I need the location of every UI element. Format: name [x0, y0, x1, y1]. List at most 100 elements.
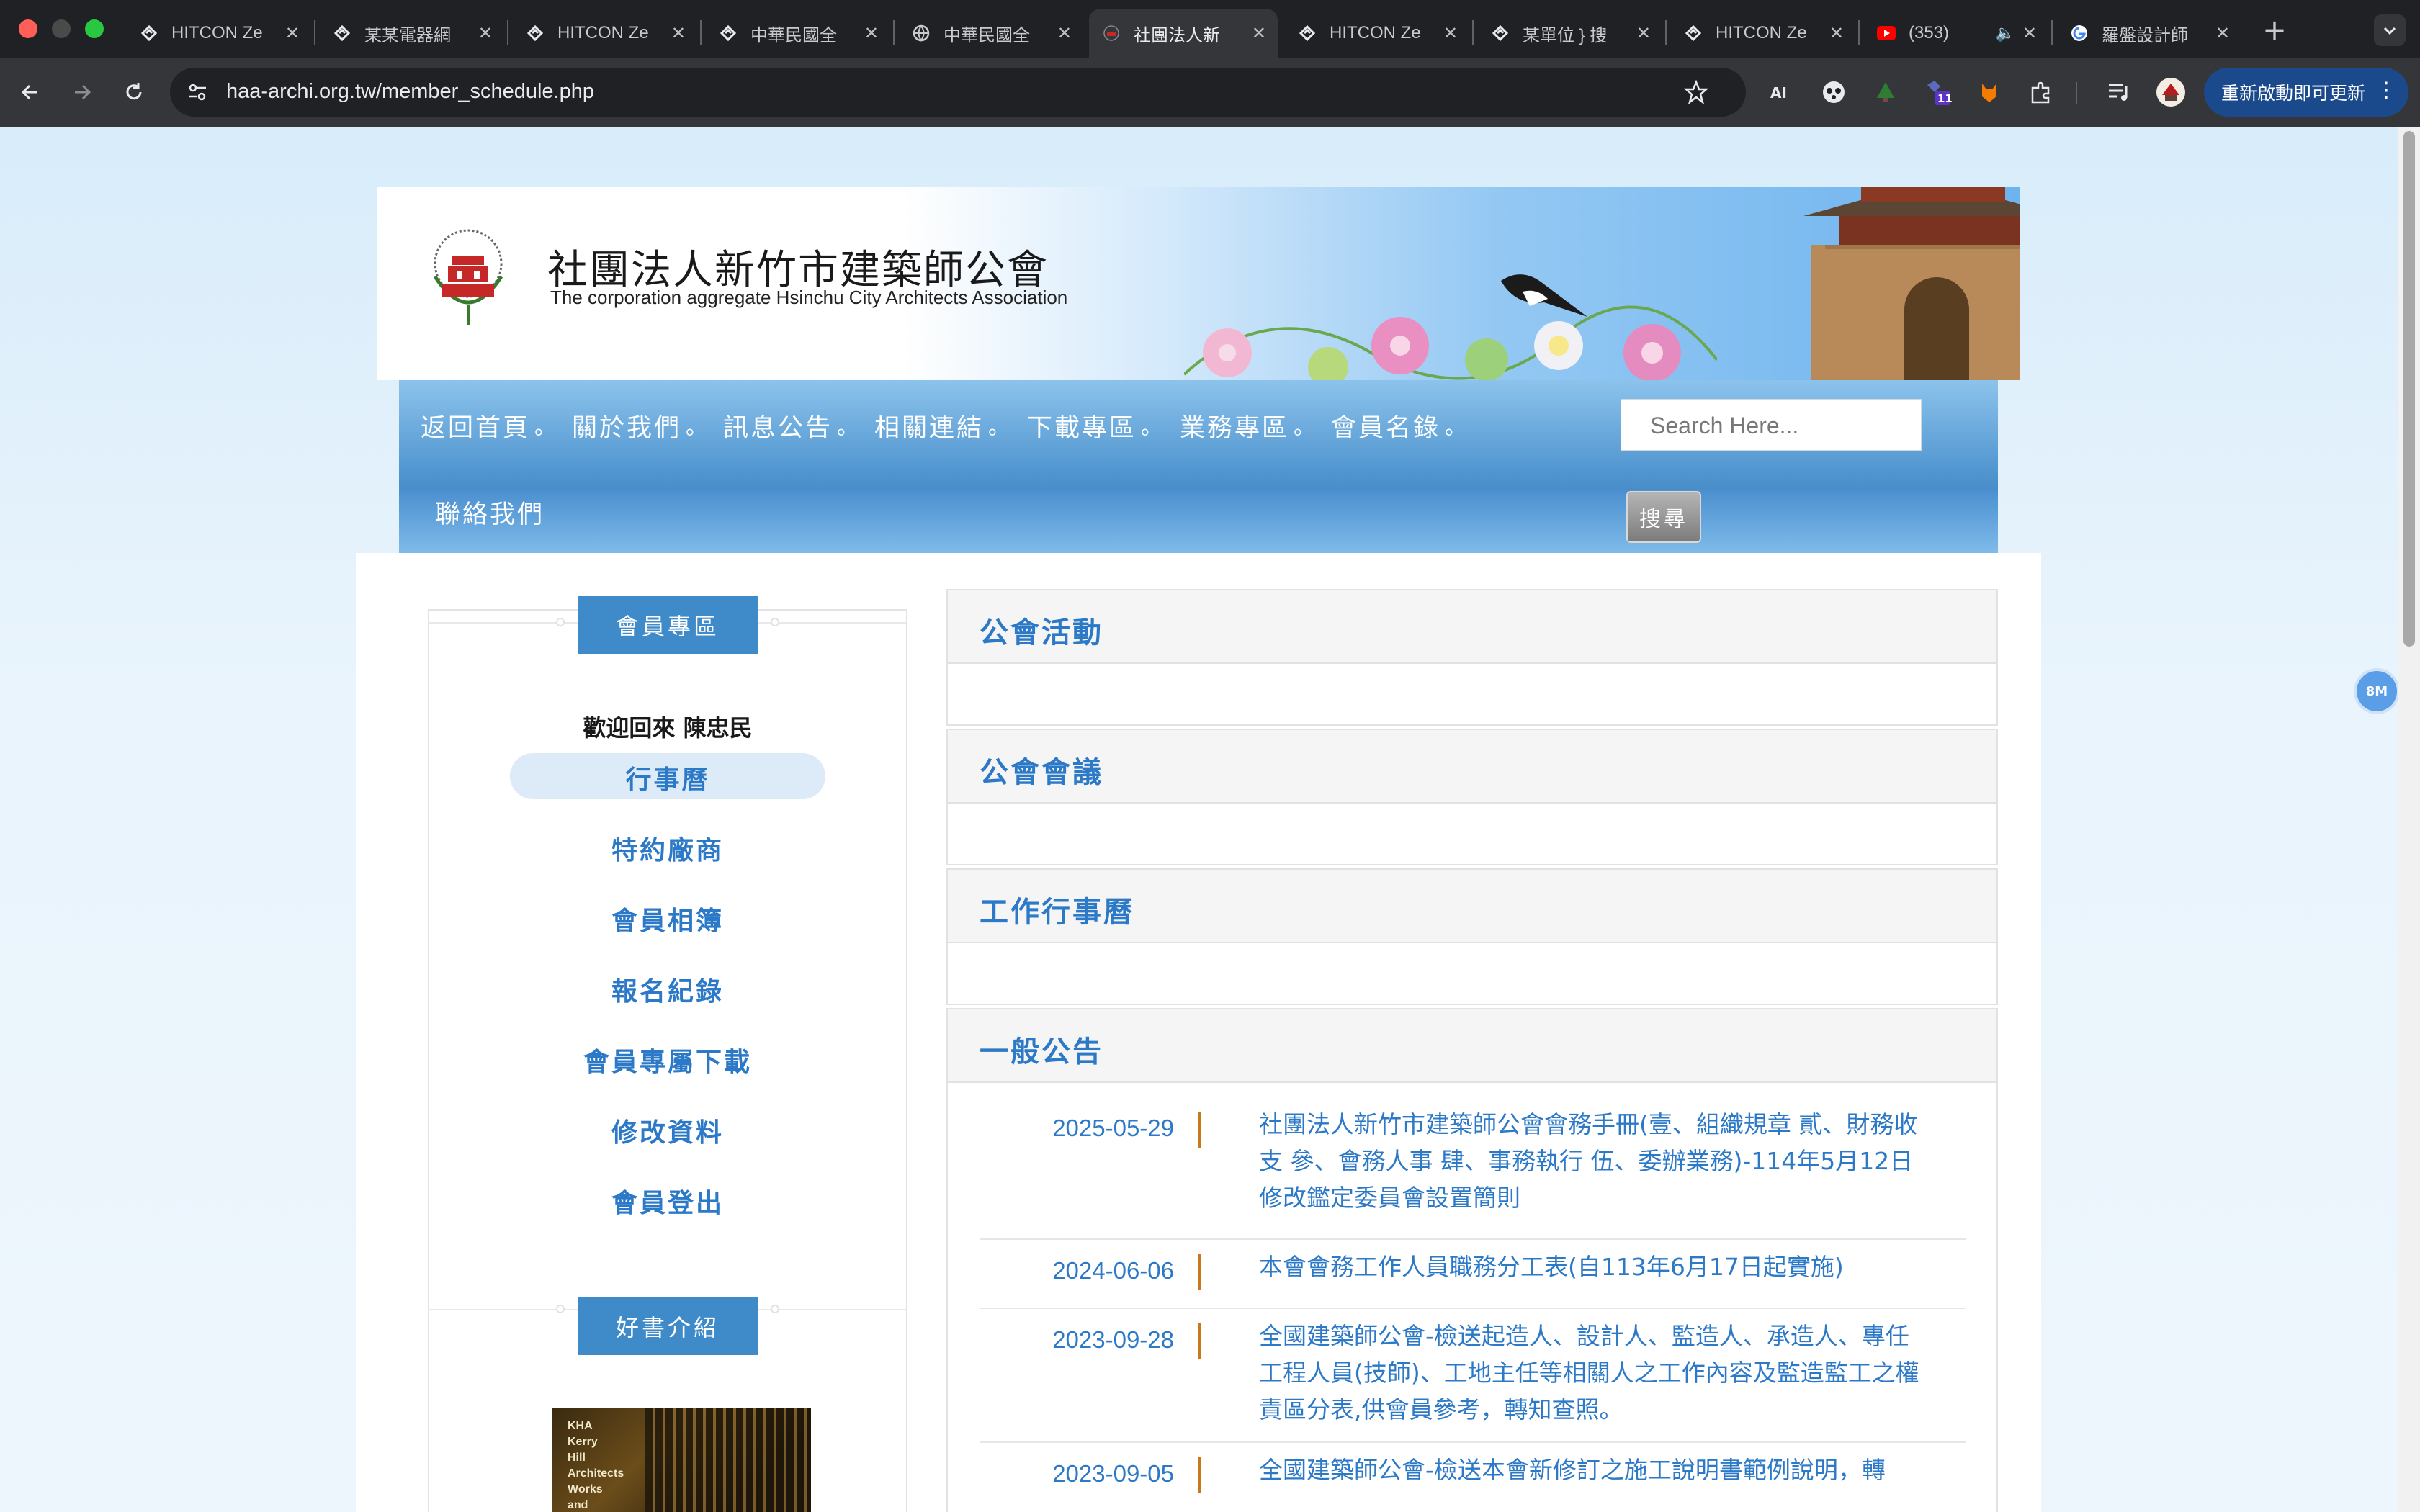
- site-subtitle: The corporation aggregate Hsinchu City A…: [550, 287, 1068, 308]
- close-tab-icon[interactable]: ✕: [864, 23, 879, 44]
- browser-tab[interactable]: 某單位 } 搜 ✕: [1478, 9, 1662, 58]
- announcement-link[interactable]: 全國建築師公會-檢送本會新修訂之施工說明書範例說明，轉: [1259, 1452, 1922, 1488]
- sidebar-item-partners[interactable]: 特約廠商: [429, 829, 906, 867]
- section-work-calendar: 工作行事曆: [946, 868, 1998, 1005]
- sidebar-item-album[interactable]: 會員相簿: [429, 900, 906, 937]
- extension-fox-icon[interactable]: [1972, 75, 2007, 109]
- announcement-row[interactable]: 2025-05-29 社團法人新竹市建築師公會會務手冊(壹、組織規章 貳、財務收…: [980, 1106, 1966, 1240]
- browser-tab[interactable]: HITCON Ze ✕: [513, 9, 697, 58]
- extension-panda-icon[interactable]: [1816, 75, 1851, 109]
- browser-tab[interactable]: 某某電器網 ✕: [320, 9, 504, 58]
- browser-tab[interactable]: 社團法人新 ✕: [1089, 9, 1278, 58]
- browser-toolbar: haa-archi.org.tw/member_schedule.php AI …: [0, 58, 2420, 127]
- browser-tab[interactable]: HITCON Ze ✕: [1285, 9, 1469, 58]
- extension-puzzle-badge-icon[interactable]: 11: [1920, 75, 1955, 109]
- browser-tab[interactable]: 中華民國全 ✕: [899, 9, 1083, 58]
- sidebar-item-registrations[interactable]: 報名紀錄: [429, 971, 906, 1008]
- sidebar-item-calendar[interactable]: 行事曆: [429, 759, 906, 796]
- update-chrome-button[interactable]: 重新啟動即可更新 ⋮: [2204, 68, 2408, 117]
- url-text[interactable]: haa-archi.org.tw/member_schedule.php: [226, 80, 594, 104]
- announcement-row[interactable]: 2023-09-05 全國建築師公會-檢送本會新修訂之施工說明書範例說明，轉: [980, 1443, 1966, 1512]
- profile-avatar[interactable]: [2154, 75, 2188, 109]
- search-input[interactable]: Search Here...: [1621, 399, 1922, 451]
- extension-ai-icon[interactable]: AI: [1765, 75, 1799, 109]
- section-title[interactable]: 公會會議: [980, 749, 1103, 791]
- nav-contact[interactable]: 聯絡我們: [435, 494, 544, 531]
- browser-tab[interactable]: 中華民國全 ✕: [706, 9, 890, 58]
- announcement-row[interactable]: 2024-06-06 本會會務工作人員職務分工表(自113年6月17日起實施): [980, 1240, 1966, 1309]
- nav-about[interactable]: 關於我們: [572, 408, 681, 444]
- hitcon-icon: [1682, 22, 1704, 44]
- announcement-link[interactable]: 全國建築師公會-檢送起造人、設計人、監造人、承造人、專任工程人員(技師)、工地主…: [1259, 1318, 1922, 1428]
- new-tab-button[interactable]: +: [2257, 13, 2292, 48]
- nav-links[interactable]: 相關連結: [874, 408, 984, 444]
- city-gate-image: [1803, 187, 2020, 380]
- announcement-link[interactable]: 社團法人新竹市建築師公會會務手冊(壹、組織規章 貳、財務收支 參、會務人事 肆、…: [1259, 1106, 1922, 1216]
- announcement-link[interactable]: 本會會務工作人員職務分工表(自113年6月17日起實施): [1259, 1248, 1922, 1285]
- close-tab-icon[interactable]: ✕: [1443, 23, 1458, 44]
- site-settings-icon[interactable]: [186, 81, 209, 104]
- association-logo[interactable]: [421, 220, 521, 328]
- close-tab-icon[interactable]: ✕: [1252, 23, 1266, 44]
- tab-separator: [314, 20, 315, 45]
- browser-tab[interactable]: HITCON Ze ✕: [127, 9, 311, 58]
- reload-icon: [126, 83, 142, 100]
- media-control-icon[interactable]: [2102, 75, 2136, 109]
- nav-news[interactable]: 訊息公告: [723, 408, 833, 444]
- book-cover-image[interactable]: KHA Kerry Hill Architects Works and: [552, 1408, 811, 1512]
- address-bar[interactable]: haa-archi.org.tw/member_schedule.php: [170, 68, 1746, 117]
- sidebar-item-member-downloads[interactable]: 會員專屬下載: [429, 1041, 906, 1079]
- nav-downloads[interactable]: 下載專區: [1027, 408, 1137, 444]
- close-tab-icon[interactable]: ✕: [2022, 23, 2037, 44]
- tab-search-button[interactable]: [2374, 14, 2406, 46]
- sidebar-item-logout[interactable]: 會員登出: [429, 1182, 906, 1220]
- nav-member-directory[interactable]: 會員名錄: [1331, 408, 1440, 444]
- tab-separator: [893, 20, 895, 45]
- section-title[interactable]: 公會活動: [980, 609, 1103, 651]
- section-header: 一般公告: [948, 1009, 1996, 1083]
- tab-separator: [1472, 20, 1474, 45]
- date-separator-bar: [1198, 1323, 1201, 1359]
- bookmark-star-icon[interactable]: [1684, 80, 1708, 104]
- browser-tab[interactable]: (353) 🔈 ✕: [1864, 9, 2048, 58]
- main-nav-second-row: [399, 490, 1998, 553]
- reload-button[interactable]: [114, 72, 154, 112]
- announcement-row[interactable]: 2023-09-28 全國建築師公會-檢送起造人、設計人、監造人、承造人、專任工…: [980, 1309, 1966, 1443]
- nav-separator: 。: [837, 415, 859, 440]
- book-cover-line: Hill: [568, 1452, 586, 1464]
- browser-tab[interactable]: 羅盤設計師 ✕: [2057, 9, 2241, 58]
- close-tab-icon[interactable]: ✕: [478, 23, 493, 44]
- tab-title: HITCON Ze: [1330, 23, 1421, 42]
- maximize-window-button[interactable]: [85, 19, 104, 38]
- close-tab-icon[interactable]: ✕: [1636, 23, 1651, 44]
- close-tab-icon[interactable]: ✕: [671, 23, 686, 44]
- hitcon-icon: [524, 22, 546, 44]
- hitcon-icon: [1296, 22, 1318, 44]
- forward-button[interactable]: [62, 72, 102, 112]
- search-button[interactable]: 搜尋: [1626, 491, 1701, 543]
- back-button[interactable]: [10, 72, 50, 112]
- nav-business[interactable]: 業務專區: [1180, 408, 1289, 444]
- section-title[interactable]: 一般公告: [980, 1028, 1103, 1070]
- close-tab-icon[interactable]: ✕: [1057, 23, 1072, 44]
- more-menu-icon[interactable]: ⋮: [2375, 78, 2397, 104]
- speaker-icon[interactable]: 🔈: [1995, 24, 2015, 42]
- tab-title: 某單位 } 搜: [1523, 25, 1608, 45]
- minimize-window-button[interactable]: [52, 19, 71, 38]
- nav-home[interactable]: 返回首頁: [421, 408, 530, 444]
- sidebar-item-edit-profile[interactable]: 修改資料: [429, 1112, 906, 1149]
- tab-title: HITCON Ze: [557, 23, 649, 42]
- browser-tab[interactable]: HITCON Ze ✕: [1671, 9, 1855, 58]
- chevron-down-icon: [2383, 27, 2396, 35]
- extensions-puzzle-icon[interactable]: [2024, 75, 2058, 109]
- page-scrollbar[interactable]: [2398, 127, 2420, 1512]
- close-tab-icon[interactable]: ✕: [1829, 23, 1844, 44]
- extension-tree-icon[interactable]: [1868, 75, 1903, 109]
- section-title[interactable]: 工作行事曆: [980, 888, 1134, 930]
- scrollbar-thumb[interactable]: [2403, 131, 2415, 647]
- close-tab-icon[interactable]: ✕: [2215, 23, 2230, 44]
- section-header: 公會會議: [948, 730, 1996, 804]
- floating-badge[interactable]: 8M: [2357, 671, 2397, 711]
- close-tab-icon[interactable]: ✕: [285, 23, 300, 44]
- close-window-button[interactable]: [19, 19, 37, 38]
